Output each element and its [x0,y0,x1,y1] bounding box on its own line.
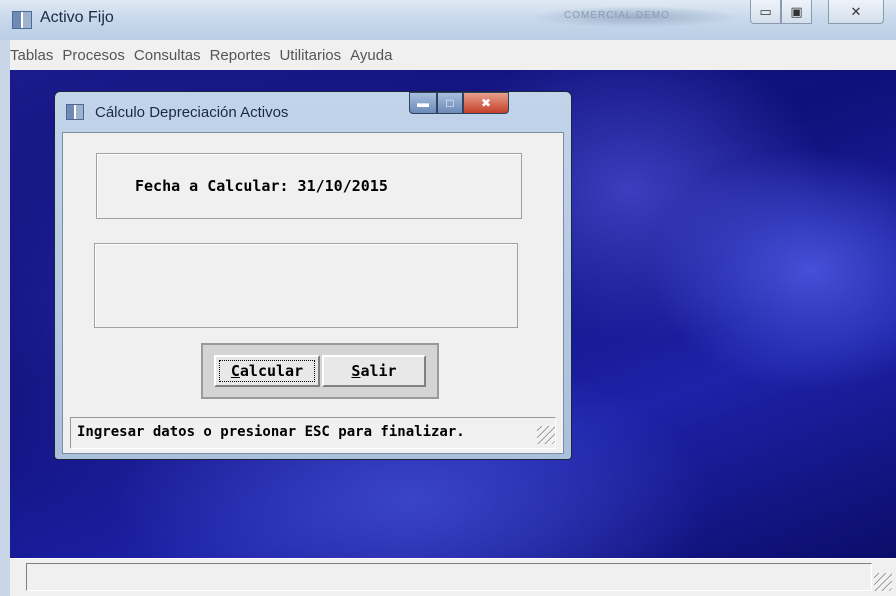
app-status-bar [10,558,896,596]
menu-utilitarios[interactable]: Utilitarios [279,47,350,64]
dialog-maximize-button[interactable]: □ [437,92,463,114]
dialog-client-area: Fecha a Calcular: 31/10/2015 Calcular Sa… [62,132,564,454]
status-panel [26,563,872,591]
info-group-box [94,243,518,328]
dialog-minimize-button[interactable]: ▬ [409,92,437,114]
menu-consultas[interactable]: Consultas [134,47,210,64]
fecha-label: Fecha a Calcular: 31/10/2015 [135,177,388,195]
app-minimize-button[interactable]: ▭ [750,0,781,24]
dialog-title: Cálculo Depreciación Activos [95,104,289,121]
app-title: Activo Fijo [40,9,114,26]
menu-reportes[interactable]: Reportes [210,47,280,64]
dialog-icon [66,104,84,120]
depreciation-dialog: Cálculo Depreciación Activos ▬ □ ✖ Fecha… [54,91,572,460]
salir-label: alir [360,362,397,380]
menu-ayuda[interactable]: Ayuda [350,47,401,64]
blurred-title-text: COMERCIAL DEMO [564,10,670,21]
fecha-group-box: Fecha a Calcular: 31/10/2015 [96,153,522,219]
salir-button[interactable]: Salir [322,355,426,387]
menu-bar: Tablas Procesos Consultas Reportes Utili… [10,40,896,70]
menu-tablas[interactable]: Tablas [10,47,62,64]
maximize-icon: □ [446,96,454,110]
resize-grip-icon[interactable] [874,573,892,591]
salir-mnemonic: S [351,362,361,380]
dialog-status-text: Ingresar datos o presionar ESC para fina… [77,424,465,440]
minimize-icon: ▬ [417,96,429,110]
app-icon [12,11,32,29]
button-frame: Calcular Salir [201,343,439,399]
calcular-mnemonic: C [230,362,240,380]
dialog-close-button[interactable]: ✖ [463,92,509,114]
dialog-titlebar[interactable]: Cálculo Depreciación Activos ▬ □ ✖ [55,92,571,132]
application-window: Activo Fijo COMERCIAL DEMO ▭ ▣ ✕ Tablas … [0,0,896,596]
minimize-icon: ▭ [759,3,772,19]
window-left-border [0,40,10,596]
resize-grip-icon[interactable] [537,426,555,444]
calcular-label: alcular [239,362,304,380]
app-titlebar[interactable]: Activo Fijo COMERCIAL DEMO ▭ ▣ ✕ [0,0,896,40]
calcular-button[interactable]: Calcular [214,355,320,387]
close-icon: ✕ [850,3,862,19]
dialog-status-bar: Ingresar datos o presionar ESC para fina… [70,417,556,449]
close-icon: ✖ [480,96,492,110]
app-maximize-button[interactable]: ▣ [781,0,812,24]
menu-procesos[interactable]: Procesos [62,47,134,64]
app-close-button[interactable]: ✕ [828,0,884,24]
restore-icon: ▣ [790,3,803,19]
